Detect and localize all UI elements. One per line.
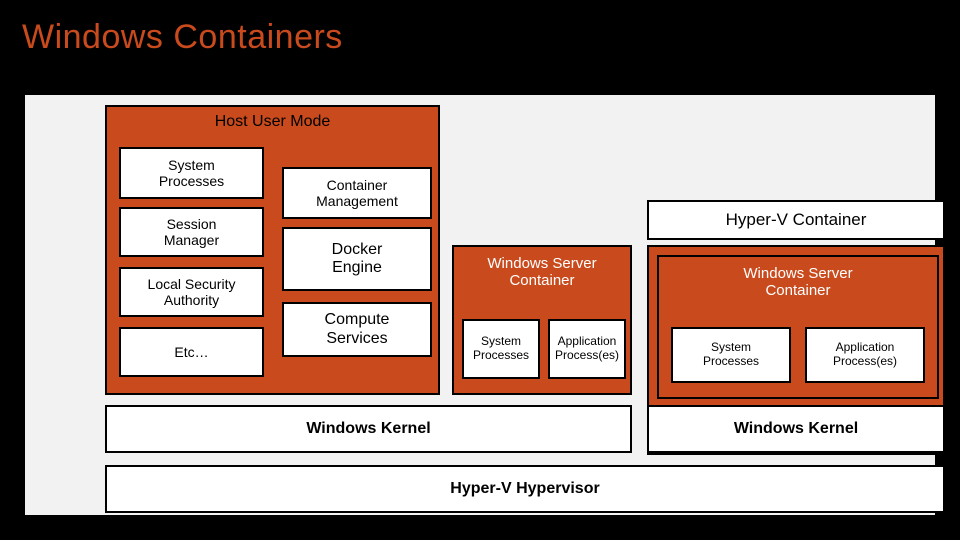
windows-server-container-right: Windows ServerContainer SystemProcesses … bbox=[659, 257, 937, 397]
host-user-mode-group: Host User Mode SystemProcesses SessionMa… bbox=[105, 105, 440, 395]
docker-engine-box: DockerEngine bbox=[282, 227, 432, 291]
local-security-authority-box: Local SecurityAuthority bbox=[119, 267, 264, 317]
wsc-right-application-processes: ApplicationProcess(es) bbox=[805, 327, 925, 383]
etc-box: Etc… bbox=[119, 327, 264, 377]
wsc-right-title: Windows ServerContainer bbox=[659, 265, 937, 299]
windows-kernel-left: Windows Kernel bbox=[105, 405, 632, 453]
system-processes-box: SystemProcesses bbox=[119, 147, 264, 199]
session-manager-box: SessionManager bbox=[119, 207, 264, 257]
windows-kernel-right: Windows Kernel bbox=[647, 405, 945, 453]
wsc-left-system-processes: SystemProcesses bbox=[462, 319, 540, 379]
host-user-mode-header: Host User Mode bbox=[107, 113, 438, 131]
wsc-left-application-processes: ApplicationProcess(es) bbox=[548, 319, 626, 379]
hyperv-container-title: Hyper-V Container bbox=[647, 200, 945, 240]
hyperv-hypervisor: Hyper-V Hypervisor bbox=[105, 465, 945, 513]
diagram-canvas: Host User Mode SystemProcesses SessionMa… bbox=[25, 95, 935, 515]
wsc-left-title: Windows ServerContainer bbox=[454, 255, 630, 290]
wsc-right-system-processes: SystemProcesses bbox=[671, 327, 791, 383]
container-management-box: ContainerManagement bbox=[282, 167, 432, 219]
windows-server-container-left: Windows ServerContainer SystemProcesses … bbox=[452, 245, 632, 395]
compute-services-box: ComputeServices bbox=[282, 302, 432, 357]
slide-title: Windows Containers bbox=[0, 0, 960, 57]
